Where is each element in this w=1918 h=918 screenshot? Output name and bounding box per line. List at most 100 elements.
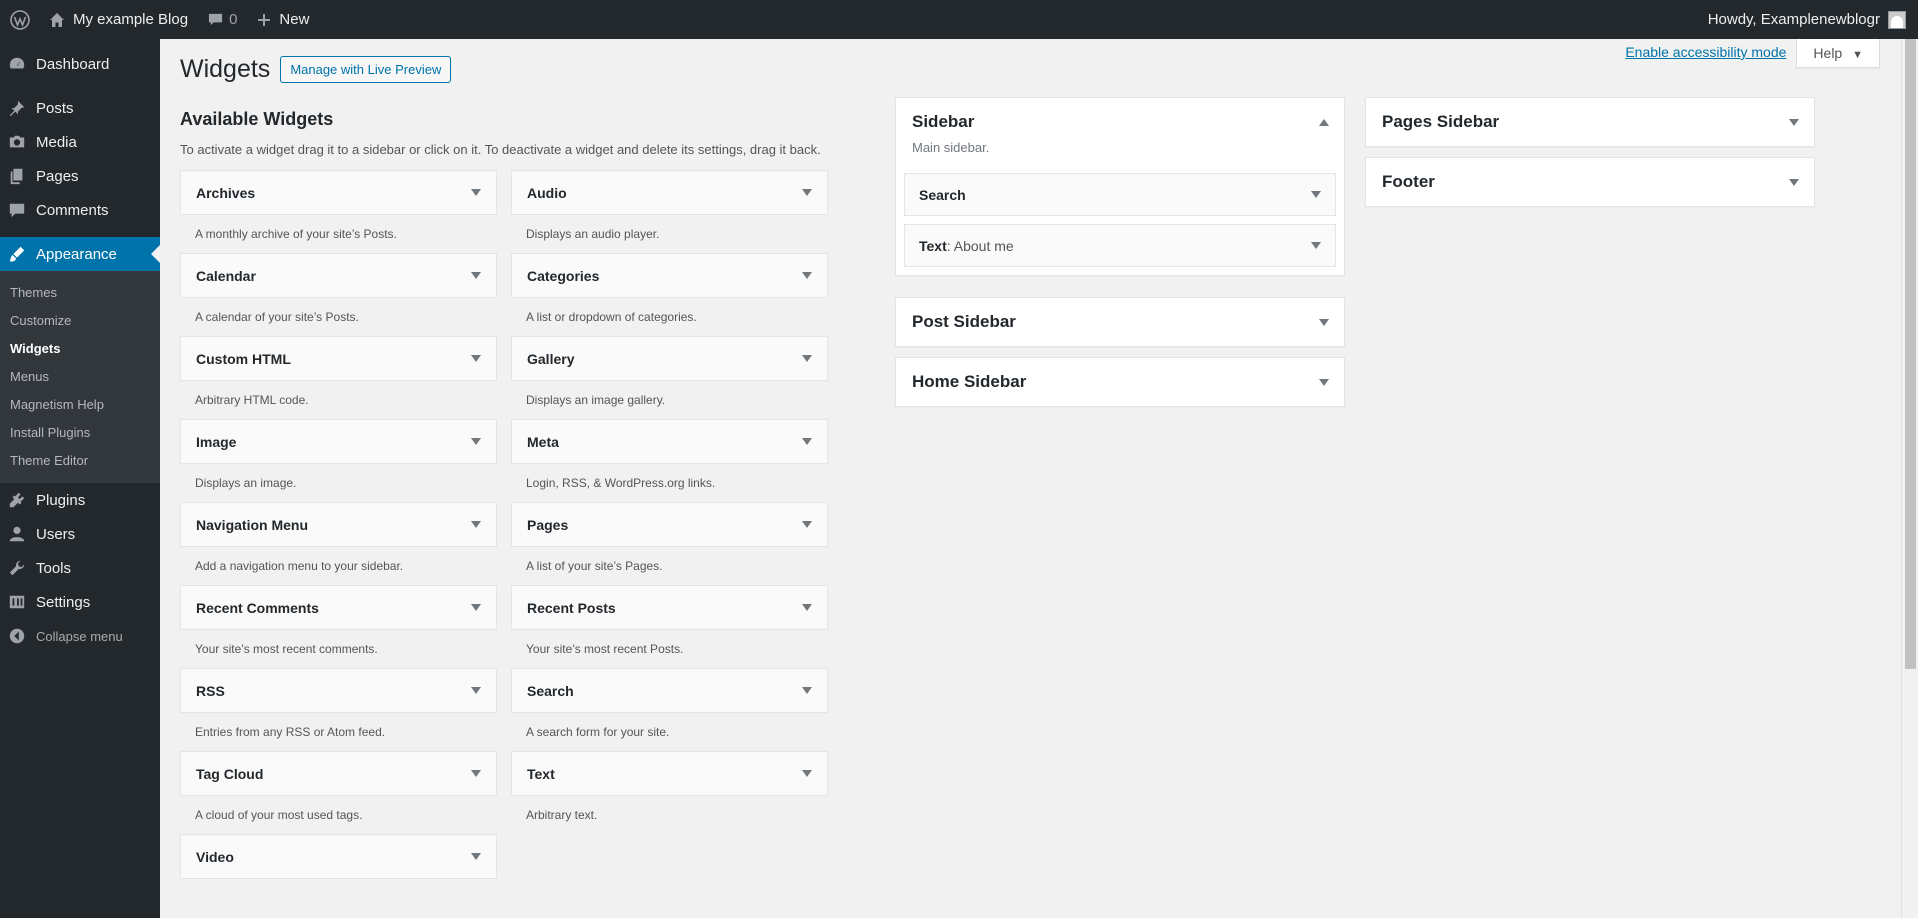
menu-plugins[interactable]: Plugins — [0, 483, 160, 517]
pin-icon — [9, 100, 25, 117]
sidebar-widget-search[interactable]: Search — [904, 173, 1336, 216]
arrow-down-icon[interactable] — [802, 272, 812, 279]
menu-tools[interactable]: Tools — [0, 551, 160, 585]
available-widget: Custom HTML Arbitrary HTML code. — [180, 336, 497, 419]
arrow-up-icon[interactable] — [1319, 118, 1329, 126]
widget-area-header[interactable]: Pages Sidebar — [1366, 98, 1814, 146]
menu-comments[interactable]: Comments — [0, 193, 160, 227]
available-widget: Video — [180, 834, 497, 917]
wordpress-logo-icon[interactable] — [0, 0, 39, 39]
widget-title: Meta — [527, 433, 559, 450]
arrow-down-icon[interactable] — [1311, 242, 1321, 249]
page-title: Widgets — [180, 55, 271, 83]
available-widgets: Available Widgets To activate a widget d… — [180, 109, 828, 917]
arrow-down-icon[interactable] — [802, 189, 812, 196]
submenu-themes[interactable]: Themes — [0, 279, 160, 307]
widget-title-bar[interactable]: Custom HTML — [180, 336, 497, 381]
widget-title-bar[interactable]: Categories — [511, 253, 828, 298]
arrow-down-icon[interactable] — [471, 189, 481, 196]
widget-title-bar[interactable]: Audio — [511, 170, 828, 215]
widget-title-bar[interactable]: Pages — [511, 502, 828, 547]
collapse-label: Collapse menu — [36, 628, 123, 644]
submenu-menus[interactable]: Menus — [0, 363, 160, 391]
menu-label: Comments — [36, 201, 109, 219]
submenu-theme-editor[interactable]: Theme Editor — [0, 447, 160, 475]
available-widget: Recent Comments Your site’s most recent c… — [180, 585, 497, 668]
accessibility-mode-link[interactable]: Enable accessibility mode — [1625, 44, 1786, 60]
arrow-down-icon[interactable] — [471, 438, 481, 445]
arrow-down-icon[interactable] — [802, 438, 812, 445]
widget-title-bar[interactable]: Gallery — [511, 336, 828, 381]
submenu-widgets[interactable]: Widgets — [0, 335, 160, 363]
arrow-down-icon[interactable] — [802, 687, 812, 694]
new-content-link[interactable]: New — [247, 0, 319, 39]
widget-title-bar[interactable]: Search — [511, 668, 828, 713]
widget-area-header[interactable]: Sidebar — [896, 98, 1344, 146]
available-widget: RSS Entries from any RSS or Atom feed. — [180, 668, 497, 751]
help-button[interactable]: Help ▼ — [1796, 39, 1880, 68]
widget-title-bar[interactable]: Navigation Menu — [180, 502, 497, 547]
triangle-down-icon: ▼ — [1852, 49, 1863, 61]
widget-title-bar[interactable]: Image — [180, 419, 497, 464]
site-name-link[interactable]: My example Blog — [39, 0, 198, 39]
arrow-down-icon[interactable] — [471, 770, 481, 777]
arrow-down-icon[interactable] — [802, 355, 812, 362]
menu-label: Appearance — [36, 245, 117, 263]
widget-description: Your site’s most recent Posts. — [526, 642, 684, 656]
page-scrollbar[interactable] — [1901, 39, 1918, 918]
widget-area-header[interactable]: Home Sidebar — [896, 358, 1344, 406]
widget-title-bar[interactable]: Archives — [180, 170, 497, 215]
widget-description: A list of your site’s Pages. — [526, 559, 663, 573]
menu-dashboard[interactable]: Dashboard — [0, 47, 160, 81]
menu-users[interactable]: Users — [0, 517, 160, 551]
widget-title: Text — [919, 237, 947, 254]
widget-title-bar[interactable]: Meta — [511, 419, 828, 464]
arrow-down-icon[interactable] — [471, 687, 481, 694]
menu-posts[interactable]: Posts — [0, 91, 160, 125]
scrollbar-thumb[interactable] — [1905, 39, 1916, 669]
my-account-link[interactable]: Howdy, Examplenewblogr — [1698, 0, 1918, 39]
sidebar-widget-text[interactable]: Text: About me — [904, 224, 1336, 267]
widget-area-header[interactable]: Footer — [1366, 158, 1814, 206]
menu-pages[interactable]: Pages — [0, 159, 160, 193]
arrow-down-icon[interactable] — [471, 853, 481, 860]
widget-title-bar[interactable]: Tag Cloud — [180, 751, 497, 796]
submenu-install-plugins[interactable]: Install Plugins — [0, 419, 160, 447]
available-widget: Tag Cloud A cloud of your most used tags. — [180, 751, 497, 834]
arrow-down-icon[interactable] — [1319, 378, 1329, 386]
widget-title: Search — [919, 186, 966, 203]
menu-settings[interactable]: Settings — [0, 585, 160, 619]
collapse-menu-button[interactable]: Collapse menu — [0, 619, 160, 653]
arrow-down-icon[interactable] — [471, 355, 481, 362]
widget-title-bar[interactable]: Calendar — [180, 253, 497, 298]
arrow-down-icon[interactable] — [1789, 178, 1799, 186]
widget-title: Text — [527, 765, 555, 782]
widget-area-title: Post Sidebar — [912, 312, 1016, 331]
comments-link[interactable]: 0 — [198, 0, 247, 39]
widget-title-bar[interactable]: Recent Posts — [511, 585, 828, 630]
arrow-down-icon[interactable] — [802, 521, 812, 528]
live-preview-button[interactable]: Manage with Live Preview — [280, 56, 452, 83]
arrow-down-icon[interactable] — [471, 272, 481, 279]
menu-media[interactable]: Media — [0, 125, 160, 159]
widget-description: Arbitrary text. — [526, 808, 598, 822]
widget-title-bar[interactable]: RSS — [180, 668, 497, 713]
available-widget: Audio Displays an audio player. — [511, 170, 828, 253]
arrow-down-icon[interactable] — [471, 604, 481, 611]
widget-description: Entries from any RSS or Atom feed. — [195, 725, 386, 739]
widget-title-bar[interactable]: Text — [511, 751, 828, 796]
available-widget: Recent Posts Your site’s most recent Post… — [511, 585, 828, 668]
submenu-customize[interactable]: Customize — [0, 307, 160, 335]
arrow-down-icon[interactable] — [471, 521, 481, 528]
arrow-down-icon[interactable] — [1319, 318, 1329, 326]
submenu-magnetism-help[interactable]: Magnetism Help — [0, 391, 160, 419]
arrow-down-icon[interactable] — [1311, 191, 1321, 198]
widget-title-bar[interactable]: Video — [180, 834, 497, 879]
arrow-down-icon[interactable] — [802, 770, 812, 777]
arrow-down-icon[interactable] — [802, 604, 812, 611]
widget-title-bar[interactable]: Recent Comments — [180, 585, 497, 630]
available-widget: Archives A monthly archive of your site’s… — [180, 170, 497, 253]
menu-appearance[interactable]: Appearance — [0, 237, 160, 271]
widget-area-header[interactable]: Post Sidebar — [896, 298, 1344, 346]
arrow-down-icon[interactable] — [1789, 118, 1799, 126]
